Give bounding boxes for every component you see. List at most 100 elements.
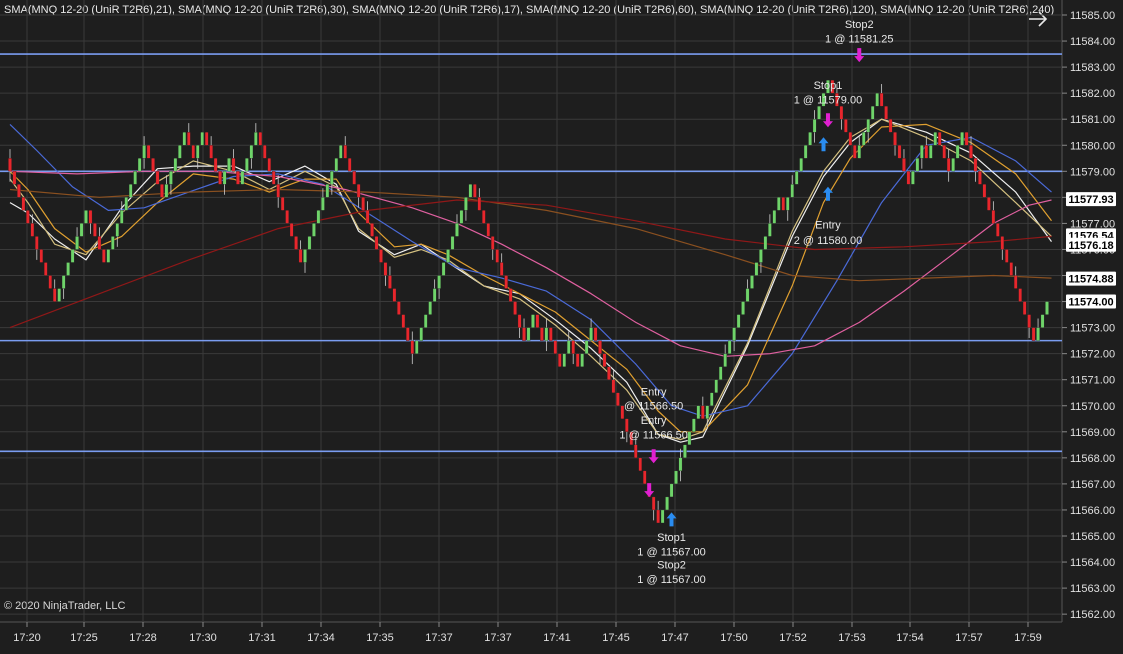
buy-arrow-icon [818, 137, 829, 152]
candle-up [128, 184, 133, 198]
candle-down [508, 288, 513, 302]
candle-up [750, 275, 754, 289]
candle-up [589, 327, 593, 341]
candle-up [200, 132, 204, 146]
candle-up [1045, 301, 1049, 315]
candle-down [102, 249, 106, 263]
trade-annotation-label: 1 @ 11579.00 [794, 95, 862, 107]
candle-down [285, 210, 289, 224]
candle-down [642, 470, 647, 485]
trade-annotation-label: Entry [641, 386, 667, 398]
x-tick-label: 17:34 [307, 632, 335, 644]
x-tick-label: 17:30 [189, 632, 217, 644]
candle-up [124, 197, 128, 211]
candle-up [799, 158, 803, 172]
candle-down [35, 236, 39, 250]
candle-down [294, 236, 298, 250]
candle-down [848, 132, 853, 146]
candle-down [374, 236, 379, 250]
candle-down [1022, 301, 1027, 315]
candle-up [106, 249, 111, 263]
candle-down [151, 158, 155, 172]
candle-down [924, 145, 929, 159]
candle-up [745, 288, 750, 302]
price-chart[interactable]: 11562.00 11563.00 11564.00 11565.00 11566.00… [0, 0, 1123, 654]
candle-down [486, 223, 491, 237]
x-tick-label: 17:25 [70, 632, 98, 644]
candle-up [79, 223, 84, 237]
candle-up [803, 145, 808, 159]
candle-up [683, 444, 687, 459]
candle-up [669, 483, 674, 498]
candle-up [414, 340, 419, 354]
candle-down [902, 158, 906, 172]
candle-down [473, 184, 477, 198]
y-tick-label: 11582.00 [1070, 88, 1115, 100]
y-tick-label: 11572.00 [1070, 349, 1115, 361]
sma-series [9, 118, 1052, 443]
price-marker-label: 11577.93 [1068, 194, 1113, 206]
candle-up [173, 158, 178, 172]
candle-up [660, 509, 665, 524]
candle-up [526, 327, 531, 341]
candle-down [906, 171, 911, 185]
candle-down [996, 223, 1000, 237]
candle-up [133, 171, 137, 185]
y-tick-label: 11573.00 [1070, 323, 1115, 335]
candle-down [499, 262, 504, 276]
candle-down [231, 158, 236, 172]
sell-arrow-icon [644, 483, 655, 498]
candle-up [339, 145, 343, 159]
candle-down [853, 145, 857, 159]
candle-down [553, 340, 558, 354]
candle-down [379, 249, 383, 263]
candle-down [204, 132, 209, 146]
candle-down [401, 314, 406, 328]
candle-down [611, 379, 616, 393]
candle-down [1018, 288, 1022, 302]
x-tick-label: 17:37 [484, 632, 512, 644]
candle-up [1036, 327, 1040, 341]
candle-down [209, 145, 213, 159]
candle-down [343, 145, 348, 159]
candle-down [522, 327, 526, 341]
candle-down [651, 496, 656, 511]
candle-up [334, 158, 339, 172]
candle-down [781, 197, 786, 211]
candle-up [312, 223, 316, 237]
candle-down [276, 184, 280, 198]
y-tick-label: 11580.00 [1070, 140, 1115, 152]
candle-up [455, 223, 459, 237]
y-tick-label: 11566.00 [1070, 505, 1115, 517]
candle-up [911, 171, 915, 185]
candle-up [857, 145, 862, 159]
candle-down [987, 197, 991, 211]
x-tick-label: 17:50 [720, 632, 748, 644]
candle-down [155, 171, 160, 185]
trade-annotation-label: 1 @ 11566.50 [619, 429, 687, 441]
trade-annotation-label: Entry [641, 415, 667, 427]
candle-up [951, 158, 955, 172]
y-tick-label: 11583.00 [1070, 62, 1115, 74]
candle-down [844, 119, 848, 133]
candle-down [388, 275, 392, 289]
candle-up [75, 236, 79, 250]
candle-down [370, 223, 374, 237]
candle-down [884, 106, 888, 120]
candle-up [111, 236, 115, 250]
candle-down [638, 457, 643, 472]
candle-up [464, 197, 468, 211]
candle-up [303, 249, 307, 263]
candle-up [580, 353, 584, 367]
candle-up [754, 262, 759, 276]
x-tick-label: 17:35 [366, 632, 394, 644]
candle-up [696, 405, 701, 419]
price-marker-label: 11574.88 [1068, 274, 1113, 286]
candle-up [316, 210, 321, 224]
y-tick-label: 11564.00 [1070, 557, 1115, 569]
y-tick-label: 11584.00 [1070, 36, 1115, 48]
candle-down [12, 171, 17, 185]
candle-up [432, 288, 437, 302]
candle-down [88, 210, 93, 224]
candle-down [8, 158, 12, 172]
